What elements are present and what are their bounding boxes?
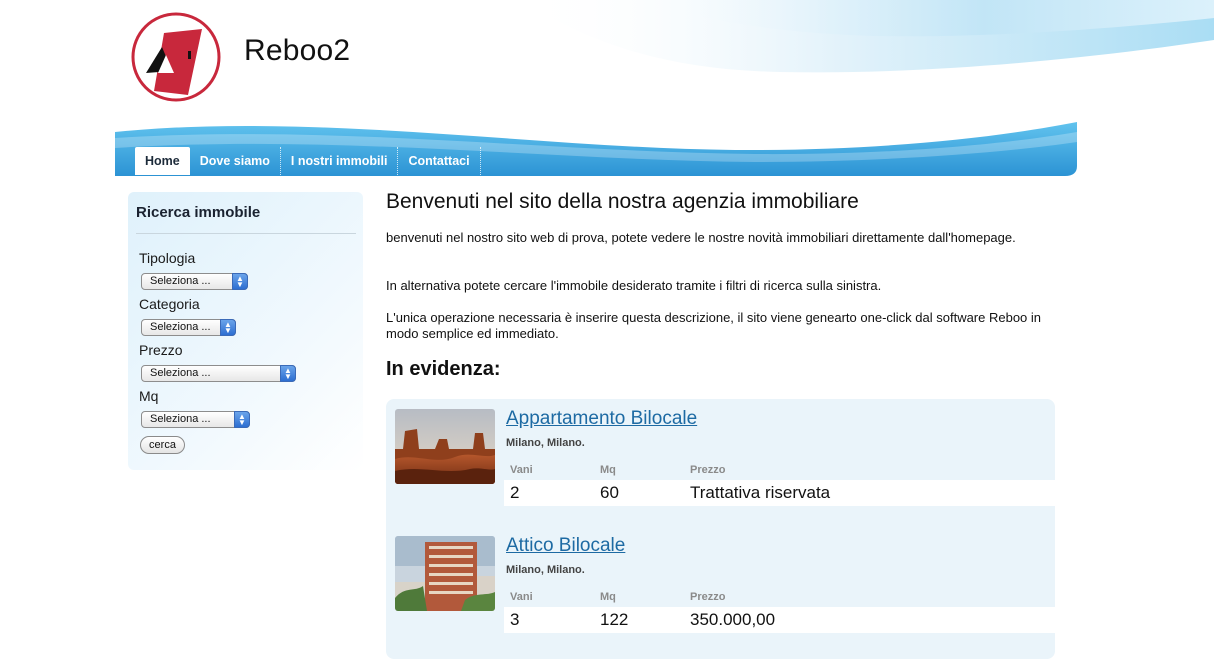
reboo-logo (131, 12, 221, 102)
search-title: Ricerca immobile (136, 204, 261, 221)
col-head-prezzo: Prezzo (690, 464, 726, 476)
prezzo-select[interactable]: Seleziona ... ▲ ▼ (141, 365, 296, 382)
categoria-label: Categoria (139, 296, 200, 312)
col-head-prezzo: Prezzo (690, 591, 726, 603)
categoria-select-value: Seleziona ... (150, 321, 211, 333)
tipologia-select-value: Seleziona ... (150, 275, 211, 287)
featured-listings: Appartamento Bilocale Milano, Milano. Va… (386, 399, 1055, 659)
listing-location: Milano, Milano. (506, 437, 585, 449)
mq-select[interactable]: Seleziona ... ▲ ▼ (141, 411, 250, 428)
col-head-mq: Mq (600, 464, 616, 476)
intro-paragraph: benvenuti nel nostro sito web di prova, … (386, 230, 1016, 245)
desert-landscape-photo[interactable] (395, 409, 495, 484)
prezzo-select-value: Seleziona ... (150, 367, 211, 379)
page-title: Benvenuti nel sito della nostra agenzia … (386, 190, 859, 213)
listing-title-link[interactable]: Appartamento Bilocale (506, 408, 697, 430)
nav-home[interactable]: Home (135, 147, 190, 175)
listing-price: 350.000,00 (690, 610, 776, 629)
tipologia-label: Tipologia (139, 250, 196, 266)
search-hint-paragraph: In alternativa potete cercare l'immobile… (386, 278, 882, 293)
prezzo-label: Prezzo (139, 342, 183, 358)
listing-rooms: 2 (510, 483, 520, 502)
listing-rooms: 3 (510, 610, 520, 629)
software-paragraph: L'unica operazione necessaria è inserire… (386, 310, 1042, 341)
search-button[interactable]: cerca (140, 436, 185, 454)
listing-values-row: 3 122 350.000,00 (504, 607, 1055, 633)
nav-nostri-immobili[interactable]: I nostri immobili (281, 147, 399, 175)
select-arrows-icon: ▲ ▼ (234, 411, 250, 428)
listing-sqm: 122 (600, 610, 629, 629)
listing-location: Milano, Milano. (506, 564, 585, 576)
listing-price: Trattativa riservata (690, 483, 831, 502)
mq-label: Mq (139, 388, 159, 404)
nav-dove-siamo[interactable]: Dove siamo (190, 147, 281, 175)
col-head-vani: Vani (510, 591, 533, 603)
featured-heading: In evidenza: (386, 358, 501, 380)
nav-contattaci[interactable]: Contattaci (398, 147, 481, 175)
apartment-building-photo[interactable] (395, 536, 495, 611)
tipologia-select[interactable]: Seleziona ... ▲ ▼ (141, 273, 248, 290)
site-title: Reboo2 (244, 34, 351, 67)
col-head-vani: Vani (510, 464, 533, 476)
col-head-mq: Mq (600, 591, 616, 603)
mq-select-value: Seleziona ... (150, 413, 211, 425)
listing-sqm: 60 (600, 483, 619, 502)
select-arrows-icon: ▲ ▼ (220, 319, 236, 336)
select-arrows-icon: ▲ ▼ (232, 273, 248, 290)
categoria-select[interactable]: Seleziona ... ▲ ▼ (141, 319, 236, 336)
listing-title-link[interactable]: Attico Bilocale (506, 535, 625, 557)
listing-values-row: 2 60 Trattativa riservata (504, 480, 1055, 506)
select-arrows-icon: ▲ ▼ (280, 365, 296, 382)
sidebar-divider (136, 233, 356, 234)
main-navigation: Home Dove siamo I nostri immobili Contat… (135, 147, 481, 175)
